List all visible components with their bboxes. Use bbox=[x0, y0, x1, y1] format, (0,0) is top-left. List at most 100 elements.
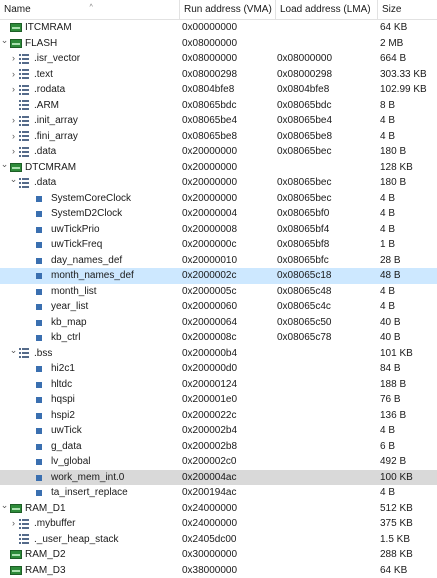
tree-row[interactable]: work_mem_int.00x200004ac100 KB bbox=[0, 470, 437, 486]
load-address-cell: 0x08065be4 bbox=[277, 113, 375, 129]
tree-row[interactable]: ›.data0x200000000x08065bec180 B bbox=[0, 144, 437, 160]
chevron-down-icon[interactable]: ⌄ bbox=[9, 346, 18, 359]
row-name: ._user_heap_stack bbox=[34, 532, 119, 548]
tree-row[interactable]: ._user_heap_stack0x2405dc001.5 KB bbox=[0, 532, 437, 548]
tree-row[interactable]: RAM_D30x3800000064 KB bbox=[0, 563, 437, 578]
column-header-name[interactable]: Name^ bbox=[0, 0, 180, 19]
name-cell: ⌄DTCMRAM bbox=[0, 160, 180, 176]
tree-row[interactable]: hltdc0x20000124188 B bbox=[0, 377, 437, 393]
name-cell: ⌄RAM_D1 bbox=[0, 501, 180, 517]
section-icon bbox=[19, 100, 29, 110]
tree-row[interactable]: lv_global0x200002c0492 B bbox=[0, 454, 437, 470]
row-name: hqspi bbox=[51, 392, 75, 408]
tree-row[interactable]: ›.rodata0x0804bfe80x0804bfe8102.99 KB bbox=[0, 82, 437, 98]
tree-row[interactable]: month_names_def0x2000002c0x08065c1848 B bbox=[0, 268, 437, 284]
symbol-icon bbox=[36, 428, 42, 434]
size-cell: 76 B bbox=[380, 392, 437, 408]
tree-row[interactable]: ⌄RAM_D10x24000000512 KB bbox=[0, 501, 437, 517]
chevron-down-icon[interactable]: ⌄ bbox=[0, 160, 9, 173]
section-icon bbox=[19, 54, 29, 64]
size-cell: 84 B bbox=[380, 361, 437, 377]
load-address-cell: 0x08065c4c bbox=[277, 299, 375, 315]
symbol-icon bbox=[36, 444, 42, 450]
name-cell: ›.fini_array bbox=[0, 129, 180, 145]
size-cell: 664 B bbox=[380, 51, 437, 67]
tree-row[interactable]: ⌄.data0x200000000x08065bec180 B bbox=[0, 175, 437, 191]
tree-row[interactable]: uwTick 0x200002b4 4 B bbox=[0, 423, 437, 439]
chevron-right-icon[interactable]: › bbox=[9, 113, 18, 129]
name-cell: kb_map bbox=[0, 315, 180, 331]
tree-row[interactable]: .ARM0x08065bdc0x08065bdc8 B bbox=[0, 98, 437, 114]
tree-row[interactable]: g_data0x200002b86 B bbox=[0, 439, 437, 455]
symbol-icon bbox=[36, 459, 42, 465]
tree-row[interactable]: ›.init_array0x08065be40x08065be44 B bbox=[0, 113, 437, 129]
column-header-run-address[interactable]: Run address (VMA) bbox=[180, 0, 276, 19]
tree-row[interactable]: ›.isr_vector0x080000000x08000000664 B bbox=[0, 51, 437, 67]
column-header-load-address[interactable]: Load address (LMA) bbox=[276, 0, 378, 19]
size-cell: 4 B bbox=[380, 423, 437, 439]
name-cell: SystemCoreClock bbox=[0, 191, 180, 207]
name-cell: ⌄.data bbox=[0, 175, 180, 191]
sort-arrow-icon: ^ bbox=[90, 0, 93, 17]
size-cell: 64 KB bbox=[380, 20, 437, 36]
symbol-icon bbox=[36, 475, 42, 481]
chevron-down-icon[interactable]: ⌄ bbox=[0, 36, 9, 49]
tree-row[interactable]: hi2c10x200000d084 B bbox=[0, 361, 437, 377]
tree-row[interactable]: ⌄FLASH0x080000002 MB bbox=[0, 36, 437, 52]
row-name: .init_array bbox=[34, 113, 78, 129]
tree-row[interactable]: › .mybuffer 0x24000000 375 KB bbox=[0, 516, 437, 532]
column-header-size[interactable]: Size bbox=[378, 0, 437, 19]
tree-row[interactable]: hspi20x2000022c136 B bbox=[0, 408, 437, 424]
tree-row[interactable]: kb_map0x200000640x08065c5040 B bbox=[0, 315, 437, 331]
tree-row[interactable]: hqspi0x200001e076 B bbox=[0, 392, 437, 408]
chevron-right-icon[interactable]: › bbox=[9, 144, 18, 160]
chevron-right-icon[interactable]: › bbox=[9, 51, 18, 67]
load-address-cell bbox=[277, 20, 375, 36]
tree-row[interactable]: uwTickFreq0x2000000c0x08065bf81 B bbox=[0, 237, 437, 253]
row-name: .text bbox=[34, 67, 53, 83]
name-cell: .ARM bbox=[0, 98, 180, 114]
tree-row[interactable]: ITCMRAM0x0000000064 KB bbox=[0, 20, 437, 36]
tree-row[interactable]: RAM_D20x30000000288 KB bbox=[0, 547, 437, 563]
run-address-cell: 0x38000000 bbox=[182, 563, 275, 578]
name-cell: › .init_array bbox=[0, 113, 180, 129]
row-name: .data bbox=[34, 144, 56, 160]
name-cell: hqspi bbox=[0, 392, 180, 408]
tree-row[interactable]: day_names_def0x200000100x08065bfc28 B bbox=[0, 253, 437, 269]
tree-row[interactable]: month_list0x2000005c0x08065c484 B bbox=[0, 284, 437, 300]
tree-row[interactable]: ›.text0x080002980x08000298303.33 KB bbox=[0, 67, 437, 83]
tree-row[interactable]: SystemCoreClock0x200000000x08065bec4 B bbox=[0, 191, 437, 207]
size-cell: 40 B bbox=[380, 315, 437, 331]
symbol-icon bbox=[36, 320, 42, 326]
size-cell: 4 B bbox=[380, 284, 437, 300]
tree-row[interactable]: uwTickPrio0x200000080x08065bf44 B bbox=[0, 222, 437, 238]
tree-row[interactable]: ›.fini_array0x08065be80x08065be84 B bbox=[0, 129, 437, 145]
row-name: .mybuffer bbox=[34, 516, 76, 532]
tree-row[interactable]: SystemD2Clock0x200000040x08065bf04 B bbox=[0, 206, 437, 222]
load-address-cell: 0x08065bf8 bbox=[277, 237, 375, 253]
name-cell: ._user_heap_stack bbox=[0, 532, 180, 548]
tree-row[interactable]: year_list0x200000600x08065c4c4 B bbox=[0, 299, 437, 315]
section-icon bbox=[19, 178, 29, 188]
chevron-right-icon[interactable]: › bbox=[9, 516, 18, 532]
row-name: month_list bbox=[51, 284, 97, 300]
chevron-right-icon[interactable]: › bbox=[9, 82, 18, 98]
size-cell: 28 B bbox=[380, 253, 437, 269]
chevron-down-icon[interactable]: ⌄ bbox=[0, 501, 9, 514]
size-cell: 375 KB bbox=[380, 516, 437, 532]
tree-row[interactable]: kb_ctrl0x2000008c0x08065c7840 B bbox=[0, 330, 437, 346]
tree-row[interactable]: ⌄.bss0x200000b4101 KB bbox=[0, 346, 437, 362]
run-address-cell: 0x24000000 bbox=[182, 516, 275, 532]
run-address-cell: 0x2000008c bbox=[182, 330, 275, 346]
chevron-right-icon[interactable]: › bbox=[9, 129, 18, 145]
load-address-cell: 0x08065c50 bbox=[277, 315, 375, 331]
tree-row[interactable]: ⌄DTCMRAM0x20000000128 KB bbox=[0, 160, 437, 176]
load-address-cell: 0x08000298 bbox=[277, 67, 375, 83]
size-cell: 4 B bbox=[380, 485, 437, 501]
row-name: uwTick bbox=[51, 423, 82, 439]
chevron-right-icon[interactable]: › bbox=[9, 67, 18, 83]
run-address-cell: 0x200002b4 bbox=[182, 423, 275, 439]
chevron-down-icon[interactable]: ⌄ bbox=[9, 175, 18, 188]
tree-row[interactable]: ta_insert_replace0x200194ac4 B bbox=[0, 485, 437, 501]
symbol-icon bbox=[36, 227, 42, 233]
